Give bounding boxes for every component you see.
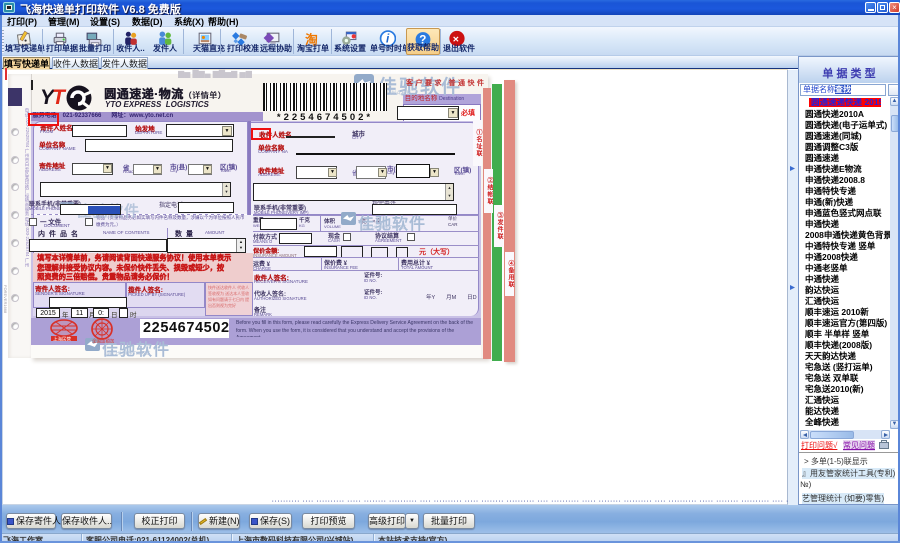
svg-text:上海民营: 上海民营: [53, 335, 71, 341]
svg-text:全国连锁加盟: 全国连锁加盟: [92, 338, 114, 344]
